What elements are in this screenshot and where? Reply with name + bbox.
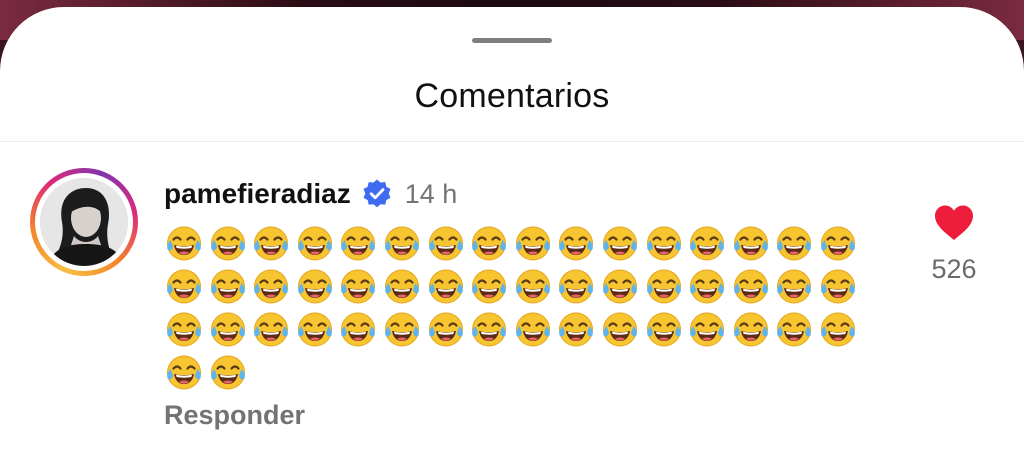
tears-of-joy-emoji-icon [644,310,688,353]
tears-of-joy-emoji-icon [338,310,382,353]
like-control: 526 [926,204,982,285]
tears-of-joy-emoji-icon [818,267,862,310]
tears-of-joy-emoji-icon [513,267,557,310]
emoji-line [164,353,884,396]
tears-of-joy-emoji-icon [600,224,644,267]
heart-icon[interactable] [933,204,975,242]
tears-of-joy-emoji-icon [338,224,382,267]
tears-of-joy-emoji-icon [251,224,295,267]
tears-of-joy-emoji-icon [469,267,513,310]
tears-of-joy-emoji-icon [469,224,513,267]
emoji-line [164,224,884,267]
tears-of-joy-emoji-icon [382,224,426,267]
comment: pamefieradiaz 14 h [164,176,884,396]
sheet-title: Comentarios [414,77,610,115]
tears-of-joy-emoji-icon [382,310,426,353]
tears-of-joy-emoji-icon [644,267,688,310]
tears-of-joy-emoji-icon [338,267,382,310]
like-count: 526 [931,254,977,284]
tears-of-joy-emoji-icon [426,224,470,267]
tears-of-joy-emoji-icon [687,310,731,353]
tears-of-joy-emoji-icon [556,267,600,310]
tears-of-joy-emoji-icon [556,310,600,353]
tears-of-joy-emoji-icon [295,310,339,353]
tears-of-joy-emoji-icon [600,267,644,310]
tears-of-joy-emoji-icon [600,310,644,353]
tears-of-joy-emoji-icon [818,224,862,267]
tears-of-joy-emoji-icon [469,310,513,353]
comment-text [164,224,884,396]
tears-of-joy-emoji-icon [556,224,600,267]
tears-of-joy-emoji-icon [295,267,339,310]
comment-time: 14 h [404,178,458,209]
reply-button[interactable]: Responder [164,400,305,431]
tears-of-joy-emoji-icon [164,310,208,353]
tears-of-joy-emoji-icon [513,310,557,353]
tears-of-joy-emoji-icon [644,224,688,267]
tears-of-joy-emoji-icon [774,224,818,267]
emoji-line [164,310,884,353]
tears-of-joy-emoji-icon [731,224,775,267]
tears-of-joy-emoji-icon [208,267,252,310]
tears-of-joy-emoji-icon [382,267,426,310]
comment-username[interactable]: pamefieradiaz [164,178,351,210]
tears-of-joy-emoji-icon [164,353,208,396]
tears-of-joy-emoji-icon [208,310,252,353]
tears-of-joy-emoji-icon [251,310,295,353]
avatar[interactable] [40,178,128,266]
tears-of-joy-emoji-icon [164,224,208,267]
emoji-line [164,267,884,310]
tears-of-joy-emoji-icon [731,310,775,353]
tears-of-joy-emoji-icon [731,267,775,310]
tears-of-joy-emoji-icon [513,224,557,267]
tears-of-joy-emoji-icon [774,267,818,310]
comment-header: pamefieradiaz 14 h [164,176,884,212]
avatar-photo [40,178,128,266]
tears-of-joy-emoji-icon [818,310,862,353]
tears-of-joy-emoji-icon [295,224,339,267]
tears-of-joy-emoji-icon [687,267,731,310]
verified-badge-icon [361,178,393,210]
story-ring[interactable] [30,168,138,276]
tears-of-joy-emoji-icon [251,267,295,310]
tears-of-joy-emoji-icon [164,267,208,310]
tears-of-joy-emoji-icon [426,310,470,353]
header-divider [0,141,1024,142]
tears-of-joy-emoji-icon [426,267,470,310]
tears-of-joy-emoji-icon [774,310,818,353]
tears-of-joy-emoji-icon [208,353,252,396]
tears-of-joy-emoji-icon [687,224,731,267]
drag-handle[interactable] [472,38,552,43]
tears-of-joy-emoji-icon [208,224,252,267]
